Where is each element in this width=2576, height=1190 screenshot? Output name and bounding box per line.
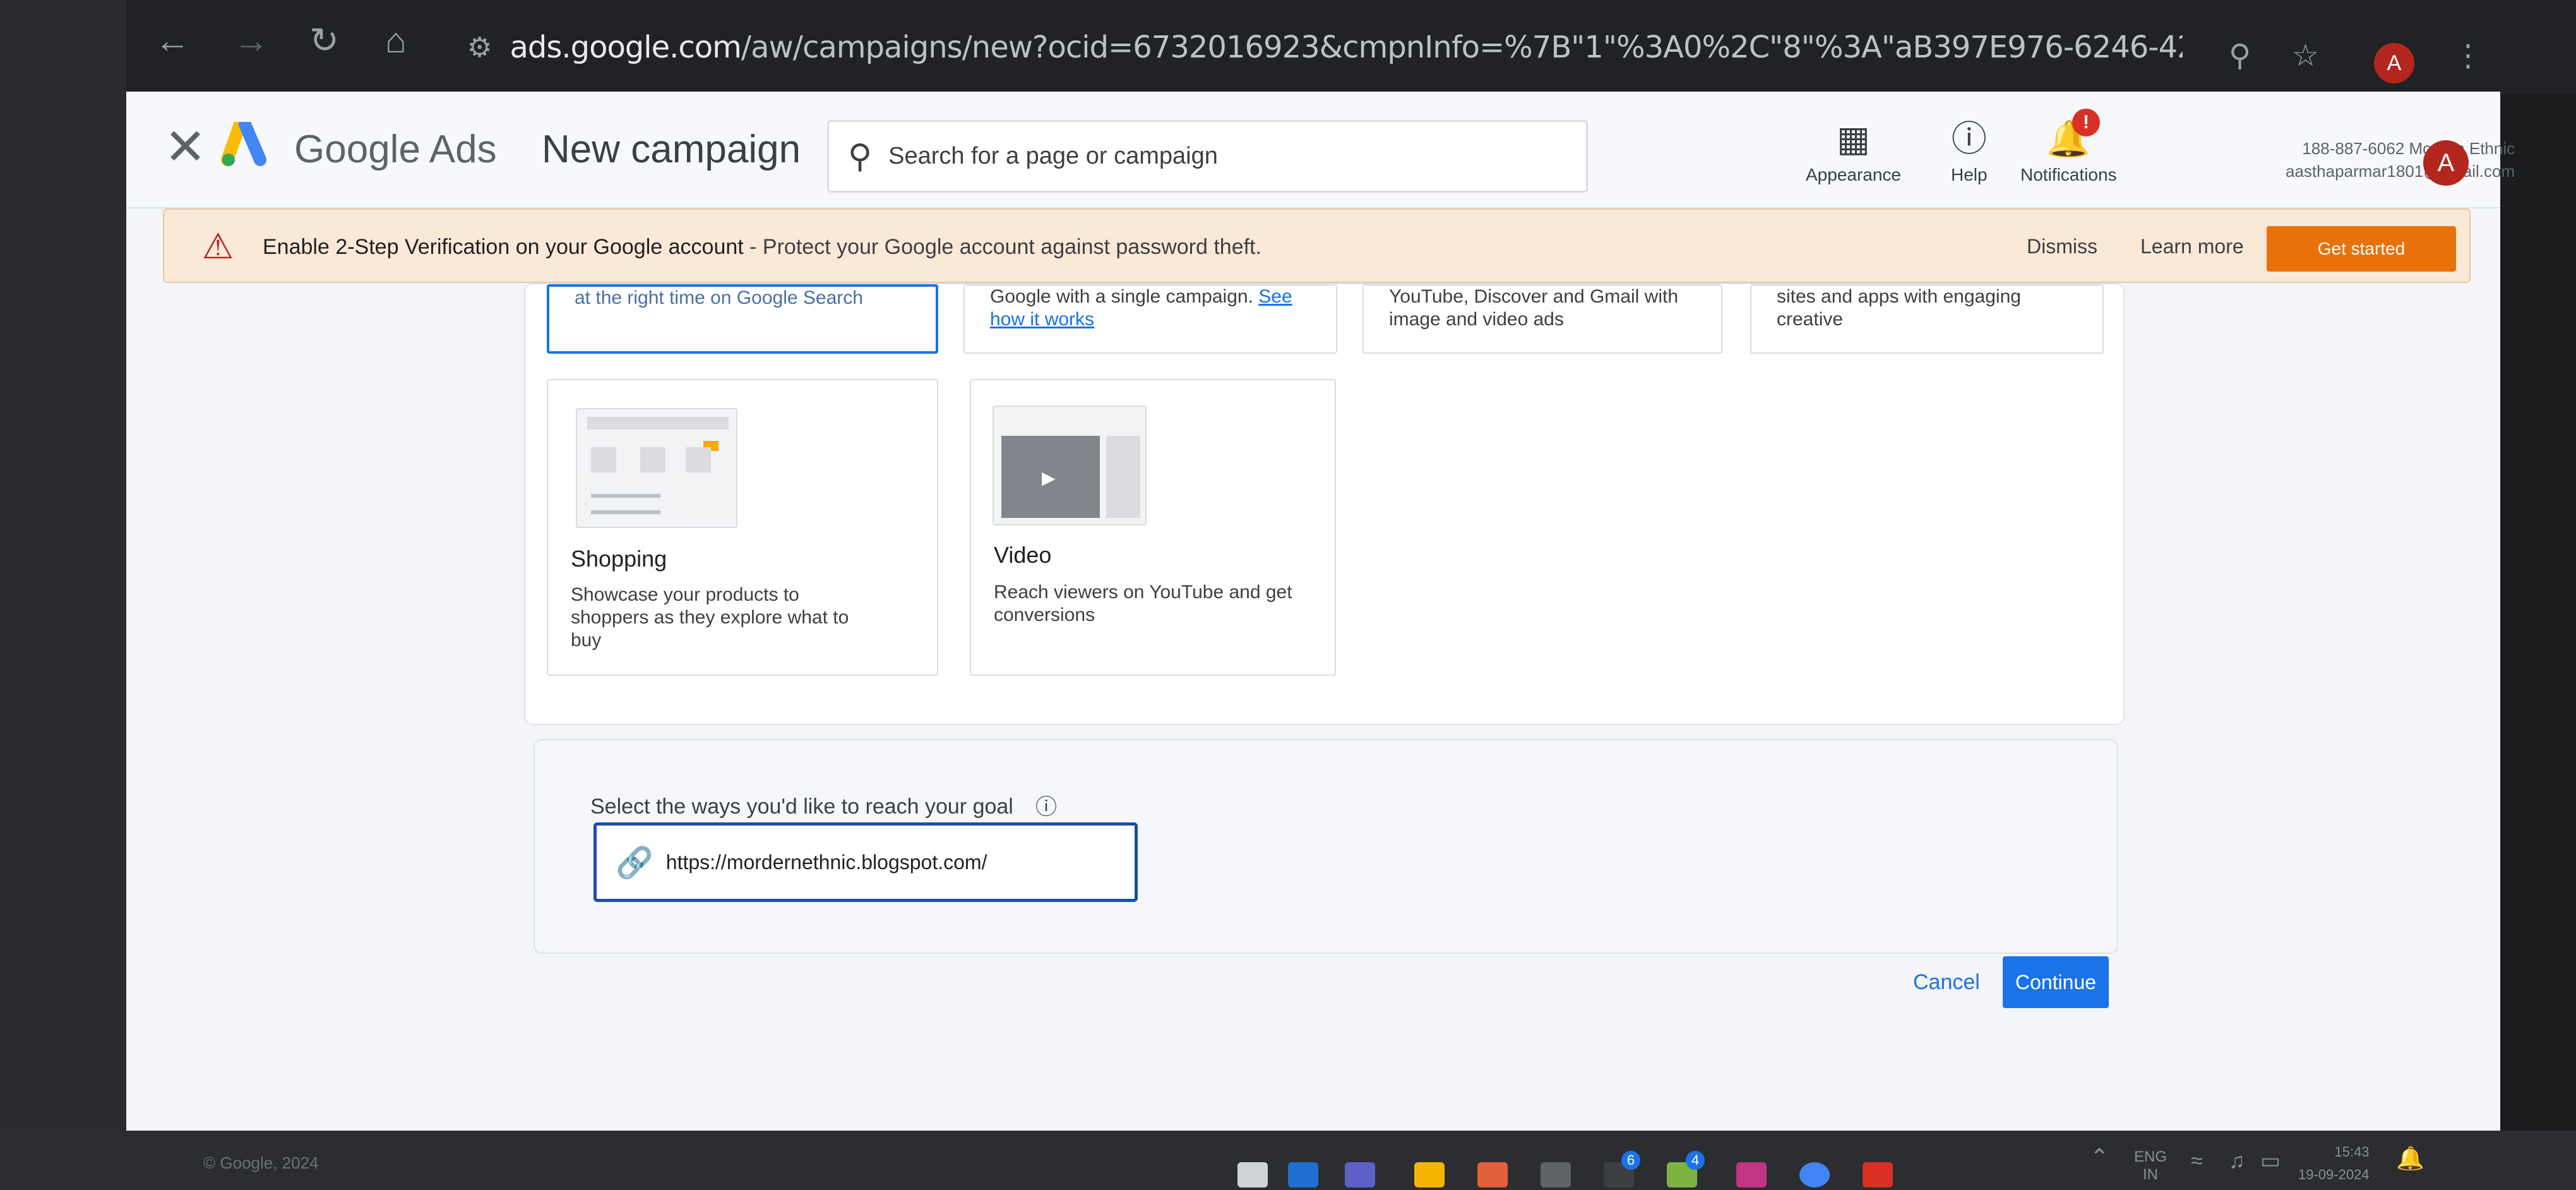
play-icon: ▶ (1042, 468, 1056, 488)
appearance-button[interactable]: ▦ Appearance (1806, 117, 1901, 185)
volume-icon[interactable]: ♫ (2229, 1150, 2245, 1172)
notifications-label: Notifications (2020, 165, 2117, 184)
warning-icon: ⚠ (202, 226, 234, 266)
notification-badge: ! (2072, 109, 2100, 136)
chrome-icon[interactable] (1799, 1162, 1830, 1187)
search-placeholder: Search for a page or campaign (888, 143, 1218, 169)
language-code: ENG (2134, 1148, 2168, 1165)
forward-arrow-icon[interactable]: → (234, 21, 269, 59)
performance-max-tile[interactable]: Google with a single campaign. See how it… (963, 284, 1337, 354)
banner-text: - Protect your Google account against pa… (743, 235, 1261, 259)
dismiss-button[interactable]: Dismiss (2027, 235, 2097, 258)
bookmark-star-icon[interactable]: ☆ (2292, 38, 2319, 73)
continue-button[interactable]: Continue (2003, 956, 2109, 1008)
video-thumbnail-icon: ▶ (993, 406, 1147, 526)
store-icon[interactable] (1541, 1162, 1571, 1187)
cancel-button[interactable]: Cancel (1913, 970, 1980, 995)
appearance-icon: ▦ (1837, 119, 1870, 159)
battery-icon[interactable]: ▭ (2260, 1150, 2281, 1172)
brand-name: Google Ads (294, 128, 497, 171)
page-title: New campaign (542, 128, 801, 171)
account-name: 188-887-6062 Morden Ethnic (2302, 139, 2515, 158)
zoom-icon[interactable]: ⚲ (2229, 38, 2251, 73)
reload-icon[interactable]: ↻ (309, 21, 339, 59)
instagram-icon[interactable] (1736, 1162, 1767, 1187)
shopping-desc: Showcase your products to shoppers as the… (571, 584, 849, 651)
website-url-field[interactable]: 🔗 https://mordernethnic.blogspot.com/ (593, 822, 1138, 902)
back-arrow-icon[interactable]: ← (155, 21, 190, 59)
browser-toolbar: ← → ↻ ⌂ ⚙ ads.google.com/aw/campaigns/ne… (0, 0, 2576, 95)
banner-message: Enable 2-Step Verification on your Googl… (263, 235, 1261, 260)
taskbar-badge: 4 (1686, 1151, 1705, 1170)
region-code: IN (2143, 1166, 2158, 1183)
ads-header: ✕ Google Ads New campaign ⚲ Search for a… (126, 92, 2515, 208)
search-campaign-tile[interactable]: at the right time on Google Search (547, 284, 938, 354)
browser-menu-icon[interactable]: ⋮ (2453, 38, 2483, 73)
video-desc: Reach viewers on YouTube and get conversi… (994, 582, 1292, 625)
browser-profile-avatar[interactable]: A (2374, 43, 2414, 83)
get-started-button[interactable]: Get started (2267, 226, 2456, 272)
search-input[interactable]: ⚲ Search for a page or campaign (827, 120, 1588, 193)
appearance-label: Appearance (1806, 165, 1902, 184)
language-indicator[interactable]: ENG IN (2134, 1148, 2167, 1184)
see-how-it-works-link[interactable]: See (1258, 286, 1292, 307)
search-tile-desc: at the right time on Google Search (575, 287, 863, 308)
taskbar-app-icon[interactable] (1237, 1162, 1268, 1187)
demand-gen-tile[interactable]: YouTube, Discover and Gmail with image an… (1363, 284, 1722, 354)
account-info[interactable]: 188-887-6062 Morden Ethnic aasthaparmar1… (2286, 137, 2515, 183)
help-circle-icon[interactable]: ⓘ (1035, 790, 1057, 820)
address-bar[interactable]: ⚙ ads.google.com/aw/campaigns/new?ocid=6… (467, 13, 2298, 82)
clock-time: 15:43 (2334, 1144, 2370, 1160)
shopping-tile[interactable]: Shopping Showcase your products to shoppe… (547, 379, 938, 676)
shopping-thumbnail-icon (576, 408, 737, 528)
pmax-tile-desc: Google with a single campaign. See how it… (990, 286, 1292, 330)
screen-bezel-left (0, 0, 126, 1190)
notifications-button[interactable]: 🔔 Notifications (2020, 117, 2117, 185)
website-url-value[interactable]: https://mordernethnic.blogspot.com/ (666, 851, 987, 874)
demand-gen-tile-desc: YouTube, Discover and Gmail with image an… (1389, 286, 1678, 330)
video-tile[interactable]: ▶ Video Reach viewers on YouTube and get… (970, 379, 1336, 676)
bell-icon: 🔔 (2046, 119, 2091, 159)
notification-bell-icon[interactable]: 🔔 (2396, 1147, 2424, 1170)
help-icon: ⓘ (1951, 119, 1987, 159)
close-icon[interactable]: ✕ (164, 122, 206, 172)
campaign-type-card: at the right time on Google Search Googl… (524, 283, 2125, 725)
site-settings-icon[interactable]: ⚙ (467, 32, 492, 64)
google-ads-logo-icon (221, 122, 266, 166)
help-button[interactable]: ⓘ Help (1951, 117, 1988, 185)
system-clock[interactable]: 15:43 19-09-2024 (2298, 1141, 2370, 1186)
taskbar-app-icon[interactable] (1863, 1162, 1893, 1187)
taskbar-app-icon[interactable] (1345, 1162, 1375, 1187)
folder-icon[interactable] (1414, 1162, 1445, 1187)
banner-title: Enable 2-Step Verification on your Googl… (263, 235, 744, 259)
goal-label: Select the ways you'd like to reach your… (590, 795, 1013, 819)
account-email: aasthaparmar1801@gmail.com (2286, 162, 2515, 181)
how-it-works-link[interactable]: how it works (990, 309, 1094, 330)
wifi-icon[interactable]: ≈ (2191, 1150, 2203, 1172)
taskbar-app-icon[interactable] (1288, 1162, 1318, 1187)
home-icon[interactable]: ⌂ (385, 21, 407, 59)
learn-more-link[interactable]: Learn more (2140, 235, 2244, 258)
footer-copyright: © Google, 2024 (203, 1153, 319, 1172)
display-tile-desc: sites and apps with engaging creative (1777, 286, 2021, 330)
clock-date: 19-09-2024 (2298, 1167, 2370, 1182)
two-step-banner: ⚠ Enable 2-Step Verification on your Goo… (163, 208, 2471, 283)
help-label: Help (1951, 165, 1988, 184)
link-icon: 🔗 (616, 846, 653, 880)
avatar[interactable]: A (2423, 140, 2469, 186)
display-tile[interactable]: sites and apps with engaging creative (1750, 284, 2104, 354)
url-text[interactable]: ads.google.com/aw/campaigns/new?ocid=673… (510, 30, 2183, 65)
shopping-title: Shopping (571, 546, 667, 572)
chevron-up-icon[interactable]: ⌃ (2090, 1146, 2109, 1169)
taskbar-badge: 6 (1621, 1151, 1640, 1170)
video-title: Video (994, 542, 1052, 568)
search-icon: ⚲ (848, 138, 873, 175)
taskbar-app-icon[interactable] (1477, 1162, 1508, 1187)
